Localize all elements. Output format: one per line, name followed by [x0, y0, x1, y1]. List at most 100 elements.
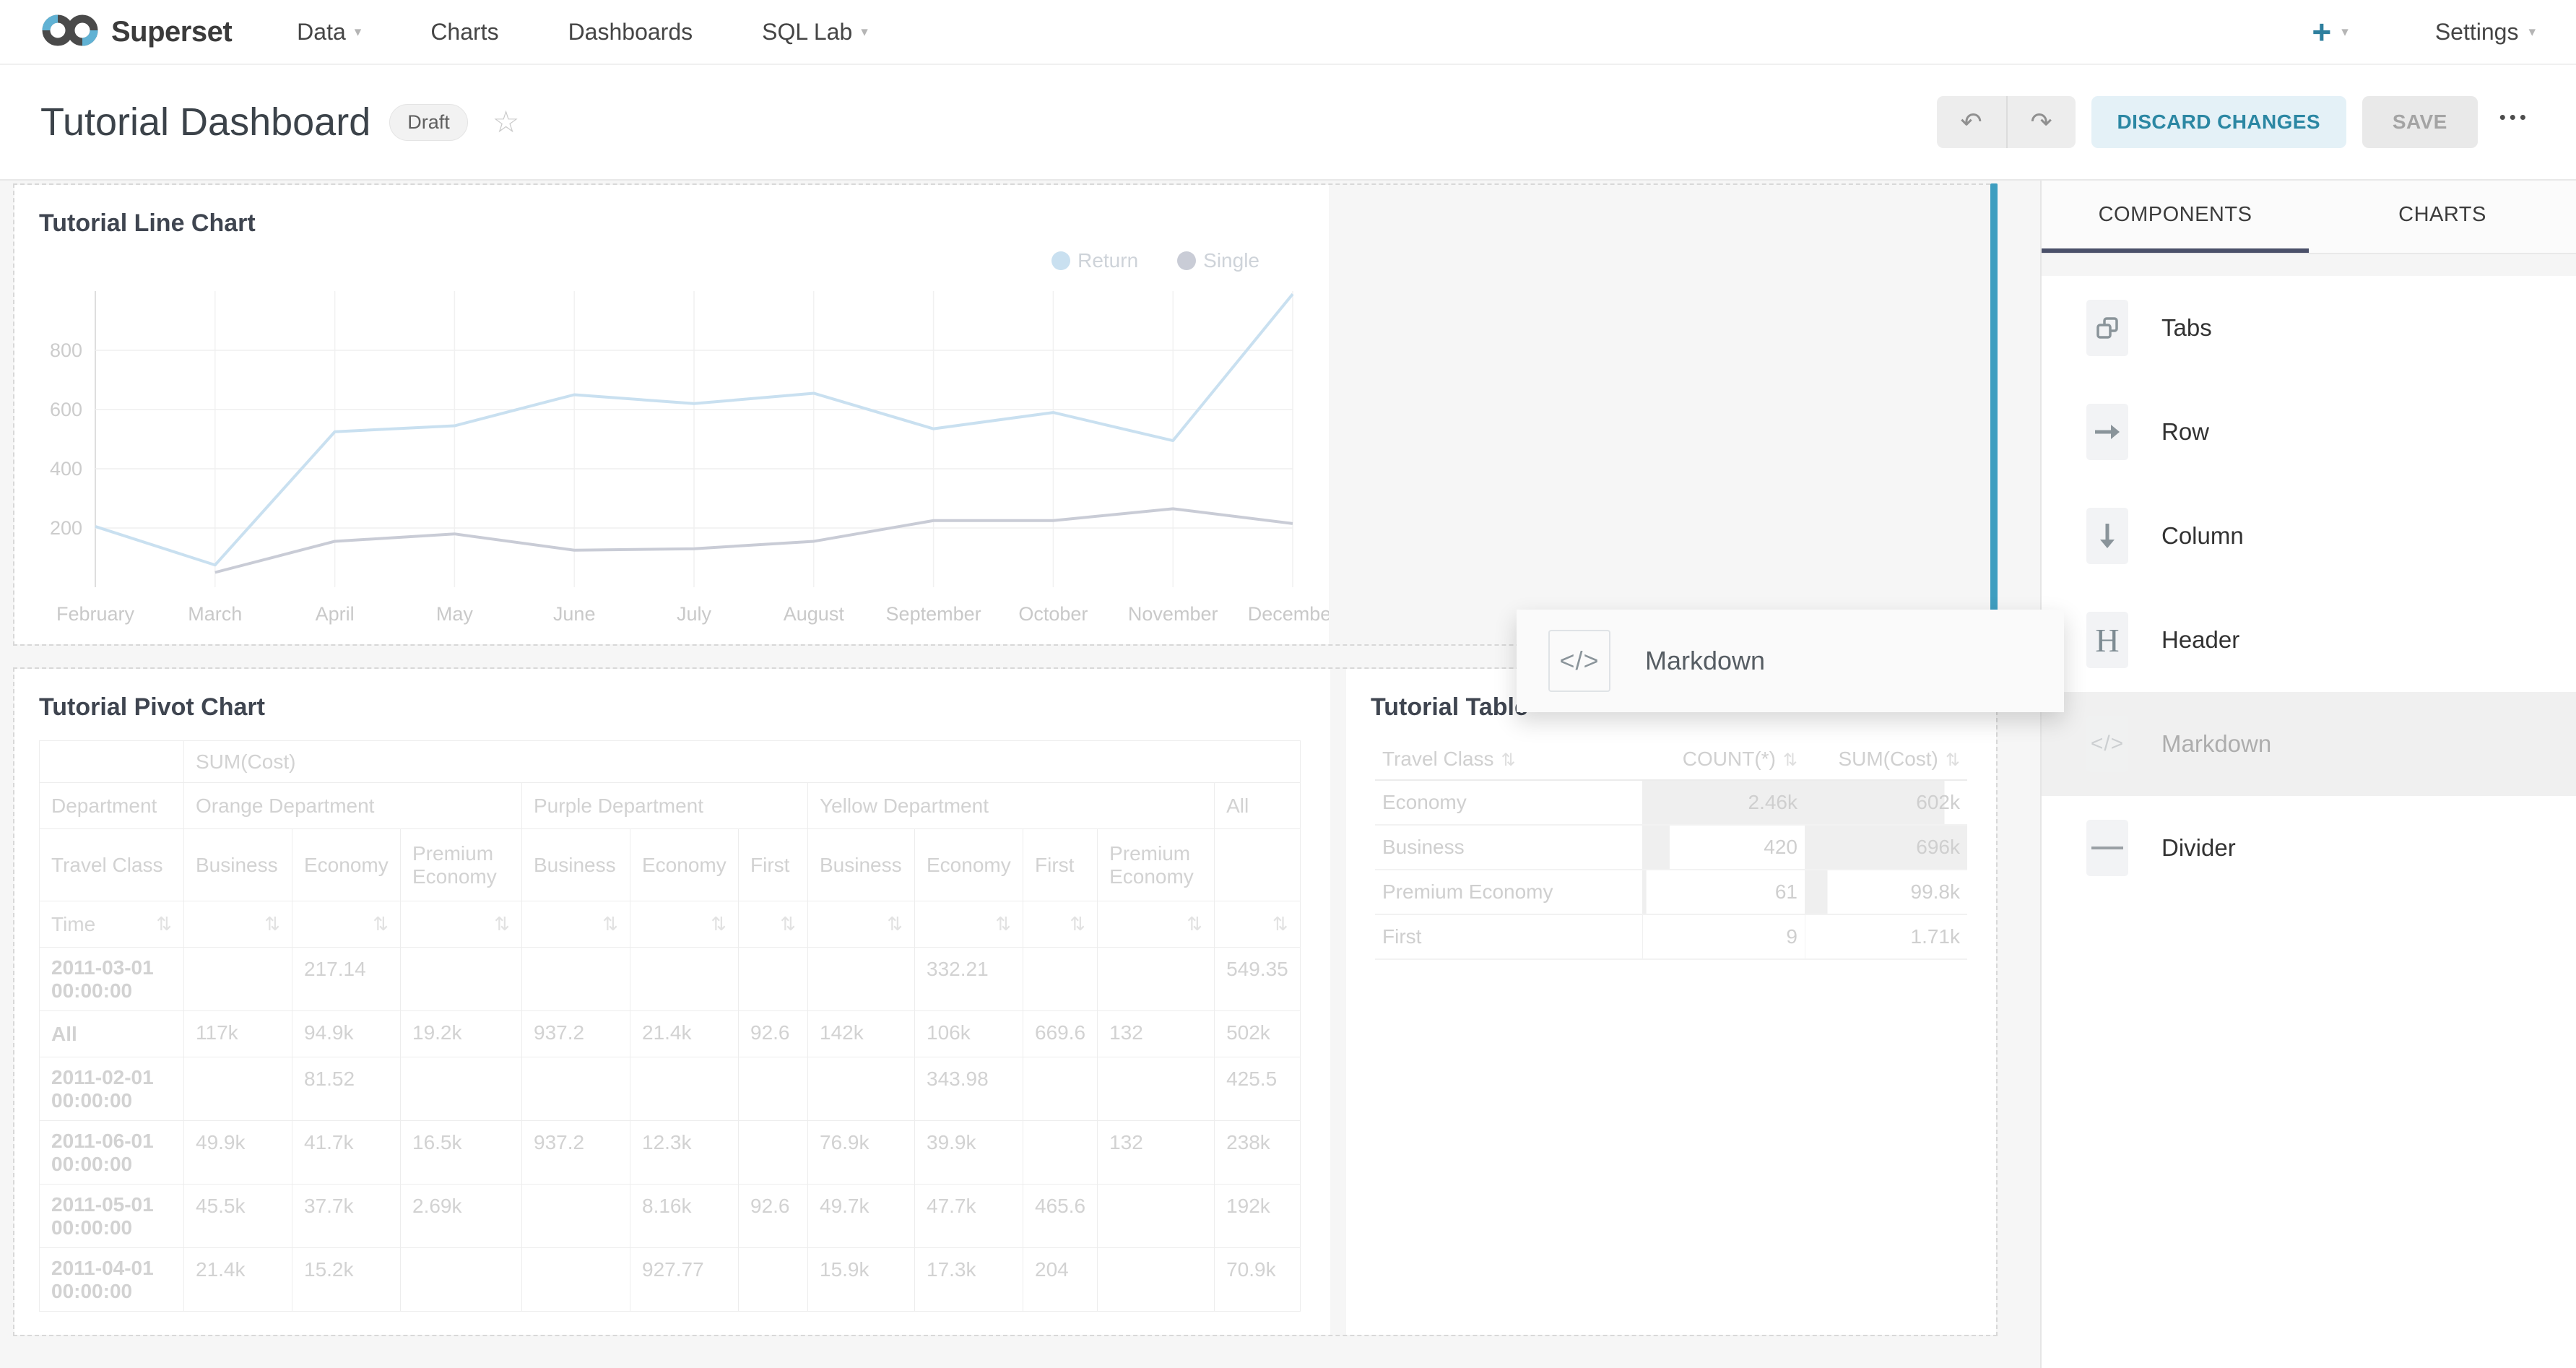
pivot-sort-col[interactable]: ⇅: [1023, 901, 1098, 948]
line-chart-card[interactable]: Tutorial Line Chart ReturnSingle Februar…: [14, 185, 1329, 644]
settings-menu[interactable]: Settings ▾: [2435, 19, 2536, 46]
pivot-value-cell: 937.2: [522, 1121, 630, 1185]
pivot-sort-cell: ⇅: [1109, 913, 1202, 935]
pivot-data-row: 2011-03-01 00:00:00217.14332.21549.35: [40, 948, 1301, 1011]
nav-item-charts[interactable]: Charts: [430, 19, 498, 46]
pivot-class-label: Travel Class: [40, 829, 184, 901]
pivot-value-cell: 39.9k: [915, 1121, 1023, 1185]
pivot-row-time: 2011-02-01 00:00:00: [40, 1057, 184, 1121]
pivot-sort-cell: ⇅: [412, 913, 510, 935]
pivot-sort-col[interactable]: ⇅: [630, 901, 739, 948]
pivot-value-cell: 21.4k: [184, 1248, 292, 1312]
table-row[interactable]: Economy2.46k602k: [1375, 780, 1967, 825]
sidebar-item-label: Column: [2161, 522, 2244, 550]
pivot-sort-col[interactable]: ⇅: [1098, 901, 1215, 948]
chart-legend: Return Single: [14, 238, 1329, 272]
table-column-label: SUM(Cost): [1838, 748, 1938, 770]
nav-item-data[interactable]: Data▾: [297, 19, 361, 46]
pivot-sort-label: Time: [51, 913, 95, 936]
sort-icon: ⇅: [264, 913, 280, 935]
pivot-sort-col[interactable]: ⇅: [184, 901, 292, 948]
pivot-value-cell: [1098, 1057, 1215, 1121]
pivot-value-cell: 2.69k: [401, 1185, 522, 1248]
undo-button[interactable]: ↶: [1937, 96, 2006, 148]
dragged-markdown-card[interactable]: </> Markdown: [1517, 610, 2064, 712]
sidebar-item-row[interactable]: Row: [2042, 380, 2576, 484]
pivot-value-cell: 17.3k: [915, 1248, 1023, 1312]
pivot-value-cell: 76.9k: [808, 1121, 915, 1185]
pivot-value-cell: [1023, 948, 1098, 1011]
table-column-header[interactable]: SUM(Cost) ⇅: [1805, 739, 1967, 780]
table-cell-travel-class: Business: [1375, 825, 1642, 870]
pivot-value-cell: 81.52: [292, 1057, 401, 1121]
pivot-sort-col[interactable]: ⇅: [1215, 901, 1301, 948]
pivot-value-cell: 238k: [1215, 1121, 1301, 1185]
pivot-sort-col[interactable]: ⇅: [739, 901, 808, 948]
svg-text:600: 600: [50, 399, 82, 420]
legend-item-return[interactable]: Return: [1051, 249, 1138, 272]
svg-text:April: April: [316, 603, 355, 625]
markdown-icon: </>: [1548, 630, 1610, 692]
svg-text:200: 200: [50, 517, 82, 539]
table-chart-card[interactable]: Tutorial Table Travel Class⇅COUNT(*)⇅SUM…: [1346, 669, 1996, 1335]
pivot-value-cell: [808, 1057, 915, 1121]
sidebar-item-markdown[interactable]: </>Markdown: [2042, 692, 2576, 796]
legend-label: Return: [1077, 249, 1138, 272]
pivot-value-cell: [522, 1185, 630, 1248]
sort-icon: ⇅: [494, 913, 510, 935]
favorite-star-icon[interactable]: ☆: [493, 107, 520, 137]
legend-item-single[interactable]: Single: [1177, 249, 1259, 272]
pivot-data-row: 2011-02-01 00:00:0081.52343.98425.5: [40, 1057, 1301, 1121]
dashboard-header: Tutorial Dashboard Draft ☆ ↶ ↷ DISCARD C…: [0, 65, 2576, 181]
chevron-down-icon: ▾: [355, 24, 362, 40]
pivot-value-cell: [808, 948, 915, 1011]
table-column-header[interactable]: Travel Class⇅: [1375, 739, 1642, 780]
sidebar-item-column[interactable]: Column: [2042, 484, 2576, 588]
superset-app: Superset Data▾ Charts Dashboards SQL Lab▾ +…: [0, 0, 2576, 1368]
nav-menu: Data▾ Charts Dashboards SQL Lab▾: [297, 19, 868, 46]
table-row[interactable]: Premium Economy6199.8k: [1375, 870, 1967, 914]
pivot-sort-col[interactable]: ⇅: [915, 901, 1023, 948]
pivot-value-cell: 47.7k: [915, 1185, 1023, 1248]
sidebar-item-header[interactable]: HHeader: [2042, 588, 2576, 692]
tab-components[interactable]: COMPONENTS: [2042, 181, 2309, 253]
pivot-metric-header: SUM(Cost): [184, 741, 1301, 783]
legend-dot-icon: [1051, 251, 1070, 270]
nav-item-label: Dashboards: [568, 19, 693, 46]
more-menu-button[interactable]: •••: [2494, 106, 2536, 139]
table-row[interactable]: First91.71k: [1375, 914, 1967, 959]
pivot-sort-col[interactable]: ⇅: [808, 901, 915, 948]
series-single: [215, 508, 1293, 572]
new-item-button[interactable]: + ▾: [2312, 15, 2348, 48]
nav-item-dashboards[interactable]: Dashboards: [568, 19, 693, 46]
pivot-class-col: Economy: [292, 829, 401, 901]
nav-item-sql-lab[interactable]: SQL Lab▾: [762, 19, 868, 46]
page-title[interactable]: Tutorial Dashboard: [29, 100, 370, 144]
pivot-value-cell: 15.2k: [292, 1248, 401, 1312]
sidebar-item-divider[interactable]: Divider: [2042, 796, 2576, 900]
pivot-sort-cell: ⇅: [304, 913, 389, 935]
pivot-value-cell: [1098, 948, 1215, 1011]
sort-icon: ⇅: [1946, 750, 1960, 770]
pivot-chart-card[interactable]: Tutorial Pivot Chart SUM(Cost)Department…: [14, 669, 1330, 1335]
table-row[interactable]: Business420696k: [1375, 825, 1967, 870]
table-column-header[interactable]: COUNT(*)⇅: [1642, 739, 1805, 780]
pivot-sort-col[interactable]: ⇅: [292, 901, 401, 948]
pivot-class-col: Premium Economy: [401, 829, 522, 901]
save-button[interactable]: SAVE: [2362, 96, 2478, 148]
pivot-value-cell: [401, 1057, 522, 1121]
sidebar-item-tabs[interactable]: Tabs: [2042, 276, 2576, 380]
svg-text:October: October: [1018, 603, 1088, 625]
discard-changes-button[interactable]: DISCARD CHANGES: [2091, 96, 2346, 148]
pivot-sort-time[interactable]: Time⇅: [40, 901, 184, 948]
plus-icon: +: [2312, 15, 2331, 48]
tab-charts[interactable]: CHARTS: [2309, 181, 2576, 253]
pivot-sort-col[interactable]: ⇅: [522, 901, 630, 948]
pivot-data-row: 2011-05-01 00:00:0045.5k37.7k2.69k8.16k9…: [40, 1185, 1301, 1248]
redo-button[interactable]: ↷: [2006, 96, 2076, 148]
pivot-sort-col[interactable]: ⇅: [401, 901, 522, 948]
superset-logo[interactable]: Superset: [40, 11, 232, 53]
pivot-value-cell: 49.7k: [808, 1185, 915, 1248]
dragged-item-label: Markdown: [1645, 646, 1765, 676]
svg-text:400: 400: [50, 458, 82, 480]
